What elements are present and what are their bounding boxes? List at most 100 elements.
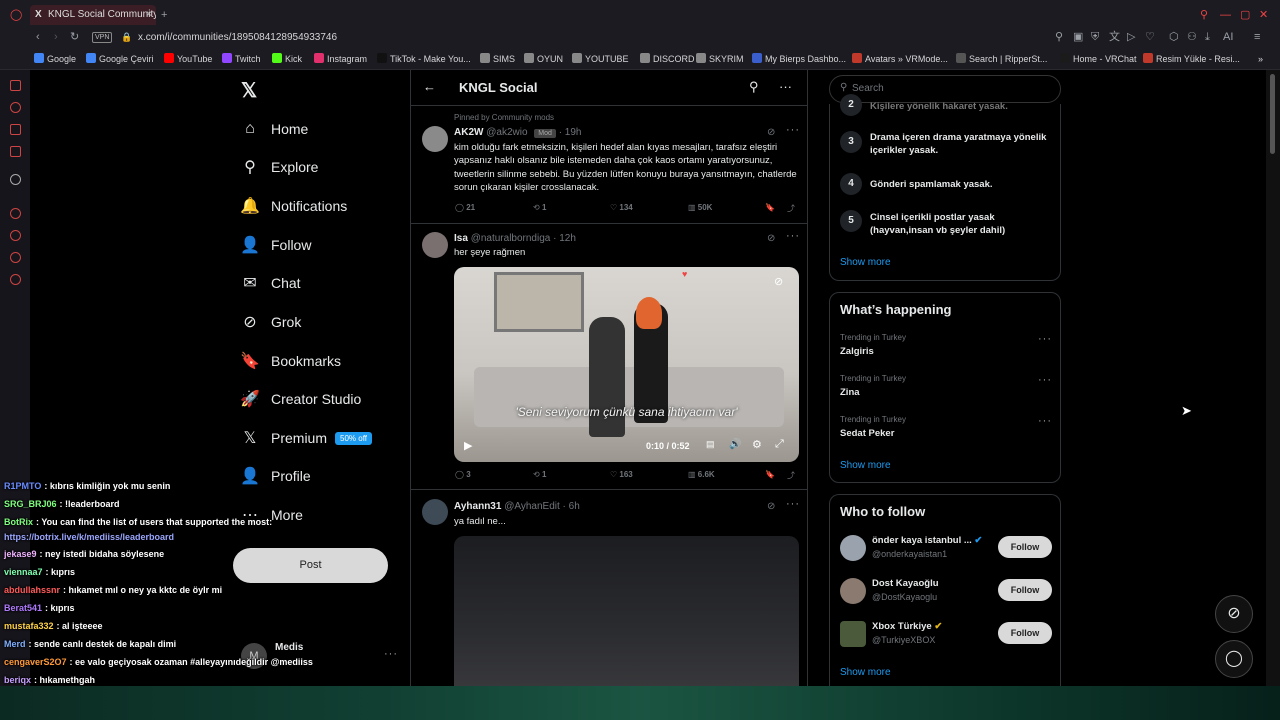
volume-icon[interactable]: 🔊 — [729, 439, 741, 450]
author-name[interactable]: Ayhann31 — [454, 501, 501, 512]
trend-name[interactable]: Sedat Peker — [840, 428, 894, 439]
url-field[interactable]: x.com/i/communities/1895084128954933746 — [138, 30, 337, 46]
close-tab-icon[interactable]: × — [146, 5, 152, 25]
bookmark-item[interactable]: TikTok - Make You... — [377, 52, 471, 66]
trend-name[interactable]: Zina — [840, 387, 860, 398]
avatar[interactable] — [422, 232, 448, 258]
nav-item-follow[interactable]: 👤 Follow — [240, 230, 311, 260]
nav-item-home[interactable]: ⌂ Home — [240, 114, 308, 144]
lock-icon[interactable]: 🔒 — [121, 30, 132, 44]
timestamp[interactable]: · 19h — [559, 127, 582, 138]
author-handle[interactable]: @AyhanEdit — [504, 501, 560, 512]
repost-button[interactable]: ⟲ 1 — [533, 470, 546, 479]
avatar[interactable] — [422, 499, 448, 525]
close-window-icon[interactable]: ✕ — [1259, 8, 1268, 22]
nav-item-notifications[interactable]: 🔔 Notifications — [240, 191, 347, 221]
x-logo-icon[interactable]: 𝕏 — [241, 78, 257, 103]
chat-username[interactable]: viennaa7 — [4, 567, 43, 577]
back-icon[interactable]: ‹ — [36, 30, 40, 44]
bookmark-icon[interactable]: 🔖 — [765, 470, 775, 479]
nav-item-grok[interactable]: ⊘ Grok — [240, 307, 301, 337]
views-button[interactable]: ▥ 6.6K — [688, 470, 715, 479]
show-more-link[interactable]: Show more — [840, 667, 891, 678]
history-icon[interactable] — [10, 102, 21, 113]
search-box[interactable]: ⚲ Search — [829, 75, 1061, 103]
page-scrollbar[interactable] — [1266, 70, 1280, 686]
bookmark-item[interactable]: DISCORD — [640, 52, 695, 66]
mail-icon[interactable] — [10, 146, 21, 157]
bookmark-item[interactable]: Twitch — [222, 52, 261, 66]
reload-icon[interactable]: ↻ — [70, 30, 79, 44]
pin-icon[interactable]: ⚲ — [1055, 30, 1063, 44]
chat-username[interactable]: mustafa332 — [4, 621, 54, 631]
bookmark-item[interactable]: Resim Yükle - Resi... — [1143, 52, 1240, 66]
heart-icon[interactable]: ♡ — [1145, 30, 1155, 44]
like-button[interactable]: ♡ 163 — [610, 470, 633, 479]
author-name[interactable]: AK2W — [454, 127, 483, 138]
captions-icon[interactable]: ▤ — [706, 439, 715, 450]
nav-item-bookmarks[interactable]: 🔖 Bookmarks — [240, 346, 341, 376]
share-icon[interactable]: ⤴ — [787, 203, 795, 214]
user-name[interactable]: Dost Kayaoğlu — [872, 578, 939, 589]
tweet-more-icon[interactable]: ··· — [786, 230, 800, 242]
nav-item-explore[interactable]: ⚲ Explore — [240, 152, 318, 182]
follow-button[interactable]: Follow — [998, 536, 1052, 558]
download-icon[interactable]: ⤓ — [1205, 30, 1210, 44]
bookmark-item[interactable]: Kick — [272, 52, 302, 66]
chat-username[interactable]: BotRix — [4, 517, 33, 527]
tweet[interactable]: Ayhann31 @AyhanEdit · 6h ⊘ ··· ya fadıl … — [411, 491, 807, 686]
trend-more-icon[interactable]: ··· — [1038, 333, 1052, 345]
chat-username[interactable]: jekase9 — [4, 549, 37, 559]
avatar[interactable] — [840, 578, 866, 604]
repost-button[interactable]: ⟲ 1 — [533, 203, 546, 212]
extensions-icon[interactable]: ⬡ — [1169, 30, 1179, 44]
pin-sidebar-icon[interactable] — [10, 252, 21, 263]
tweet[interactable]: Isa @naturalborndiga · 12h ⊘ ··· her şey… — [411, 225, 807, 490]
search-tabs-icon[interactable]: ⚲ — [1200, 8, 1208, 22]
bookmark-item[interactable]: Google — [34, 52, 76, 66]
author-name[interactable]: Isa — [454, 233, 468, 244]
show-more-link[interactable]: Show more — [840, 460, 891, 471]
bookmark-item[interactable]: My Bierps Dashbo... — [752, 52, 846, 66]
reply-button[interactable]: ◯ 21 — [455, 203, 475, 212]
clock-icon[interactable] — [10, 230, 21, 241]
tweet-more-icon[interactable]: ··· — [786, 124, 800, 136]
bookmark-item[interactable]: YouTube — [164, 52, 212, 66]
messenger-icon[interactable] — [10, 80, 21, 91]
chat-username[interactable]: beriqx — [4, 675, 31, 685]
minimize-icon[interactable]: — — [1220, 8, 1231, 22]
settings-icon[interactable]: ⚙ — [752, 438, 762, 451]
timestamp[interactable]: · 12h — [553, 233, 576, 244]
reply-button[interactable]: ◯ 3 — [455, 470, 471, 479]
instagram-icon[interactable] — [10, 124, 21, 135]
tweet-more-icon[interactable]: ··· — [786, 498, 800, 510]
timestamp[interactable]: · 6h — [563, 501, 580, 512]
forward-icon[interactable]: › — [54, 30, 58, 44]
search-placeholder[interactable]: Search — [852, 83, 884, 94]
more-icon[interactable]: ··· — [779, 79, 792, 94]
views-button[interactable]: ▥ 50K — [688, 203, 712, 212]
ai-icon[interactable]: AI — [1223, 30, 1233, 44]
account-icon[interactable]: ⚇ — [1187, 30, 1197, 44]
new-tab-icon[interactable]: + — [161, 8, 167, 22]
show-more-link[interactable]: Show more — [840, 257, 891, 268]
grok-float-button[interactable]: ⊘ — [1215, 595, 1253, 633]
chat-username[interactable]: SRG_BRJ06 — [4, 499, 57, 509]
opera-logo-icon[interactable]: ◯ — [10, 8, 22, 22]
chat-link[interactable]: https://botrix.live/k/mediiss/leaderboar… — [4, 532, 174, 542]
bookmark-item[interactable]: Search | RipperSt... — [956, 52, 1047, 66]
grok-tweet-icon[interactable]: ⊘ — [767, 233, 775, 244]
screenshot-icon[interactable]: ▣ — [1073, 30, 1083, 44]
chat-username[interactable]: Merd — [4, 639, 26, 649]
tweet[interactable]: Pinned by Community mods AK2W @ak2wio Mo… — [411, 107, 807, 224]
grok-tweet-icon[interactable]: ⊘ — [767, 501, 775, 512]
bookmark-item[interactable]: Instagram — [314, 52, 367, 66]
bookmark-item[interactable]: SIMS — [480, 52, 515, 66]
shield-icon[interactable]: ⛨ — [1091, 30, 1099, 44]
follow-button[interactable]: Follow — [998, 579, 1052, 601]
trend-more-icon[interactable]: ··· — [1038, 415, 1052, 427]
bookmark-item[interactable]: YOUTUBE — [572, 52, 629, 66]
user-name[interactable]: önder kaya istanbul ... ✔ — [872, 535, 982, 546]
maximize-icon[interactable]: ▢ — [1240, 8, 1250, 22]
chat-username[interactable]: Berat541 — [4, 603, 42, 613]
